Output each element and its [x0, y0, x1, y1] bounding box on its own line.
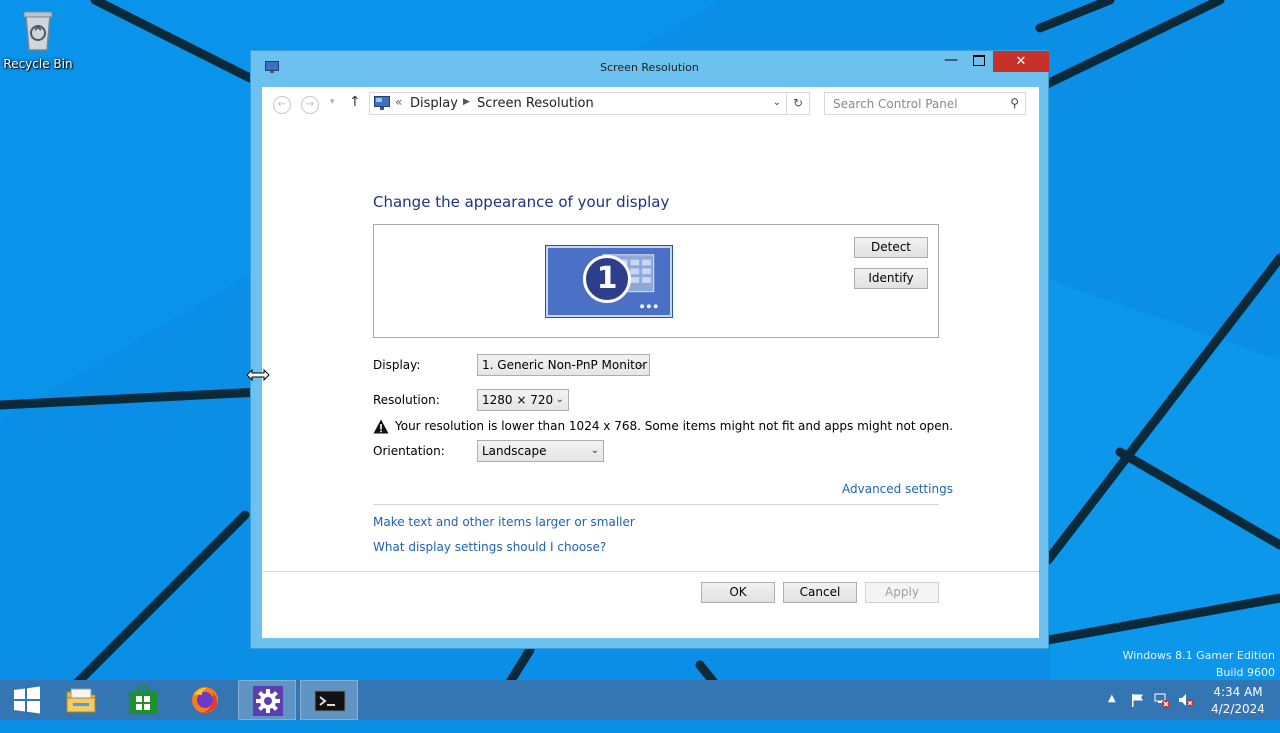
- maximize-icon: [973, 55, 985, 66]
- up-arrow-icon: ↑: [349, 94, 361, 110]
- title-bar[interactable]: Screen Resolution — ✕: [251, 51, 1049, 87]
- show-hidden-icons-button[interactable]: ▲: [1108, 693, 1116, 733]
- back-arrow-icon: ←: [277, 99, 287, 110]
- back-button[interactable]: ←: [273, 96, 291, 114]
- window-client-area: ← → ▾ ↑ « Display ▶ Screen Resolution ⌄ …: [262, 87, 1039, 638]
- horizontal-resize-cursor-icon: [246, 368, 270, 382]
- apply-button[interactable]: Apply: [865, 582, 939, 603]
- display-select[interactable]: 1. Generic Non-PnP Monitor ⌄: [477, 354, 650, 376]
- close-button[interactable]: ✕: [993, 51, 1049, 72]
- control-panel-icon: [374, 96, 390, 110]
- breadcrumb-screen-resolution[interactable]: Screen Resolution: [477, 96, 594, 111]
- windows-build-watermark: Windows 8.1 Gamer Edition Build 9600: [1123, 647, 1275, 681]
- chevron-down-icon: ⌄: [636, 359, 645, 370]
- store-button[interactable]: [114, 680, 172, 720]
- start-button[interactable]: [0, 680, 58, 720]
- clock-time: 4:34 AM: [1213, 685, 1263, 699]
- monitor-number: 1: [583, 255, 631, 303]
- display-preview-panel: 1 Detect Identify: [373, 224, 939, 338]
- file-explorer-button[interactable]: [52, 680, 110, 720]
- volume-muted-icon[interactable]: [1178, 692, 1194, 708]
- screen-resolution-window: Screen Resolution — ✕ ← → ▾ ↑ « Display …: [250, 50, 1049, 649]
- terminal-button[interactable]: [300, 680, 358, 720]
- search-input[interactable]: [833, 95, 993, 112]
- minimize-icon: —: [944, 52, 958, 68]
- cancel-button[interactable]: Cancel: [783, 582, 857, 603]
- warning-icon: [373, 419, 389, 434]
- navigation-bar: ← → ▾ ↑ « Display ▶ Screen Resolution ⌄ …: [262, 87, 1039, 123]
- store-bag-icon: [129, 685, 157, 714]
- orientation-select[interactable]: Landscape ⌄: [477, 440, 604, 462]
- display-help-link[interactable]: What display settings should I choose?: [373, 540, 606, 554]
- firefox-icon: [192, 687, 218, 713]
- address-bar[interactable]: « Display ▶ Screen Resolution ⌄ ↻: [369, 92, 810, 115]
- settings-button[interactable]: [238, 680, 296, 720]
- chevron-down-icon: ▾: [330, 97, 335, 107]
- terminal-icon: [314, 690, 346, 712]
- resolution-select-value: 1280 × 720: [482, 393, 554, 407]
- search-box[interactable]: ⚲: [824, 92, 1026, 115]
- address-dropdown-icon[interactable]: ⌄: [773, 97, 781, 108]
- folder-icon: [66, 688, 96, 713]
- resolution-select[interactable]: 1280 × 720 ⌄: [477, 389, 569, 411]
- window-title: Screen Resolution: [600, 61, 699, 74]
- chevron-up-icon: ▲: [1108, 693, 1116, 704]
- refresh-button[interactable]: ↻: [786, 93, 809, 114]
- divider: [262, 571, 1039, 572]
- taskbar-clock[interactable]: 4:34 AM 4/2/2024: [1203, 684, 1273, 718]
- display-select-value: 1. Generic Non-PnP Monitor: [482, 358, 648, 372]
- orientation-label: Orientation:: [373, 444, 445, 458]
- minimize-button[interactable]: —: [937, 51, 965, 72]
- watermark-edition: Windows 8.1 Gamer Edition: [1122, 649, 1275, 662]
- clock-date: 4/2/2024: [1211, 702, 1265, 716]
- monitor-1-tile[interactable]: 1: [545, 245, 673, 318]
- refresh-icon: ↻: [792, 96, 804, 110]
- detect-button[interactable]: Detect: [854, 237, 928, 258]
- watermark-build: Build 9600: [1215, 666, 1275, 679]
- recycle-bin-label: Recycle Bin: [3, 57, 73, 71]
- forward-arrow-icon: →: [305, 99, 315, 110]
- page-title: Change the appearance of your display: [373, 193, 670, 211]
- chevron-down-icon: ⌄: [555, 394, 564, 405]
- breadcrumb-overflow[interactable]: «: [395, 95, 402, 109]
- taskbar: ▲ 4:34 AM 4/2/2024: [0, 680, 1280, 720]
- search-icon[interactable]: ⚲: [1010, 96, 1019, 110]
- gear-icon: [253, 686, 283, 716]
- orientation-select-value: Landscape: [482, 444, 547, 458]
- breadcrumb-chevron-icon[interactable]: ▶: [463, 97, 470, 107]
- forward-button[interactable]: →: [301, 96, 319, 114]
- network-disconnected-icon[interactable]: [1154, 692, 1170, 708]
- breadcrumb-display[interactable]: Display: [410, 96, 458, 111]
- recycle-bin-icon: [23, 11, 53, 51]
- divider: [373, 504, 939, 505]
- close-icon: ✕: [1015, 54, 1027, 69]
- action-center-flag-icon[interactable]: [1130, 692, 1146, 708]
- advanced-settings-link[interactable]: Advanced settings: [842, 482, 953, 496]
- identify-button[interactable]: Identify: [854, 268, 928, 289]
- maximize-button[interactable]: [965, 51, 993, 72]
- recycle-bin[interactable]: Recycle Bin: [0, 8, 76, 71]
- ok-button[interactable]: OK: [701, 582, 775, 603]
- display-label: Display:: [373, 358, 421, 372]
- firefox-button[interactable]: [176, 680, 234, 720]
- recent-locations-button[interactable]: ▾: [330, 97, 335, 107]
- resolution-warning: Your resolution is lower than 1024 x 768…: [395, 419, 954, 433]
- windows-logo-icon: [14, 686, 40, 714]
- text-size-link[interactable]: Make text and other items larger or smal…: [373, 515, 635, 529]
- resolution-label: Resolution:: [373, 393, 440, 407]
- up-button[interactable]: ↑: [349, 94, 361, 110]
- chevron-down-icon: ⌄: [590, 445, 599, 456]
